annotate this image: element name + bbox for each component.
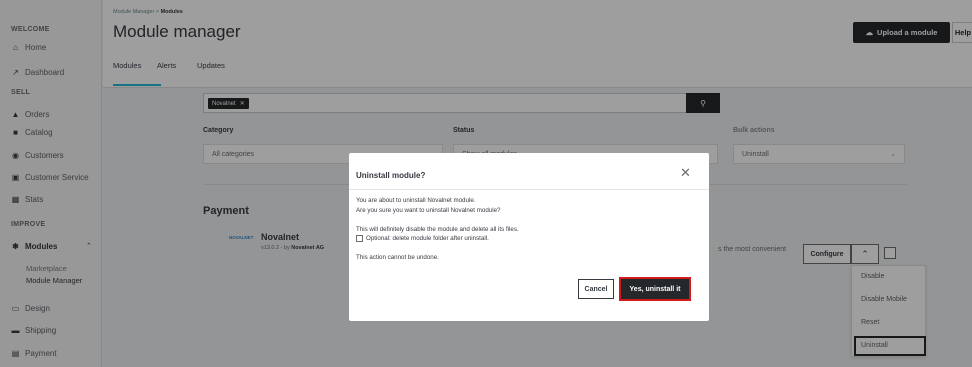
modal-text-line3: This will definitely disable the module …: [356, 226, 519, 233]
confirm-uninstall-button[interactable]: Yes, uninstall it: [619, 277, 691, 301]
modal-text-line2: Are you sure you want to uninstall Noval…: [356, 207, 501, 214]
delete-folder-checkbox[interactable]: [356, 235, 363, 242]
delete-folder-label: Optional: delete module folder after uni…: [366, 235, 489, 242]
cancel-button[interactable]: Cancel: [578, 279, 614, 299]
delete-folder-option[interactable]: Optional: delete module folder after uni…: [356, 235, 489, 242]
modal-text-line1: You are about to uninstall Novalnet modu…: [356, 197, 476, 204]
modal-text-line4: This action cannot be undone.: [356, 254, 439, 261]
close-icon[interactable]: ✕: [680, 165, 691, 181]
modal-title: Uninstall module?: [356, 171, 426, 180]
modal-divider: [349, 189, 709, 190]
uninstall-modal: Uninstall module? ✕ You are about to uni…: [349, 153, 709, 321]
